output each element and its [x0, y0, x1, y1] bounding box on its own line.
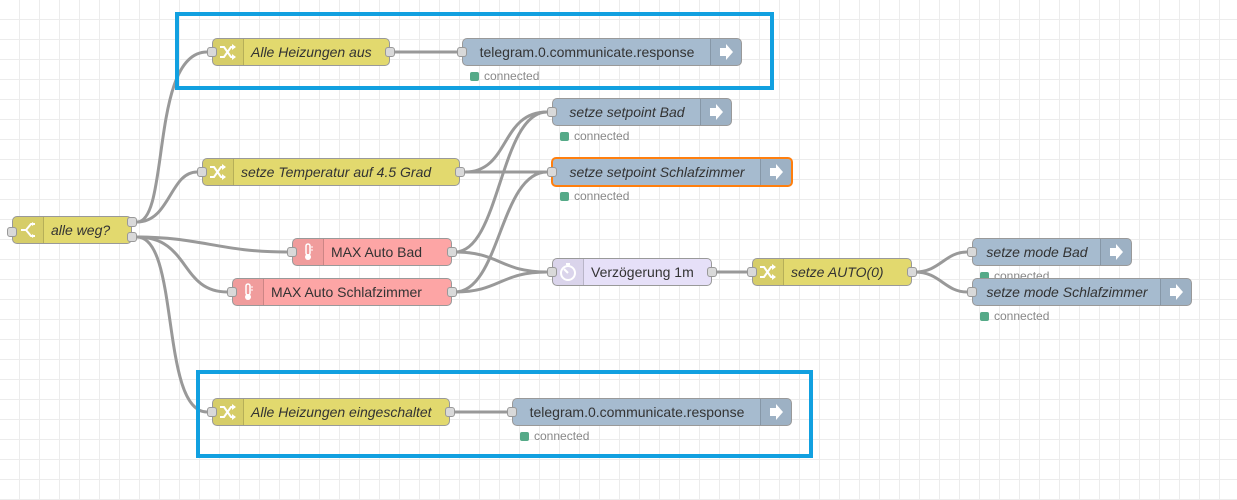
telegram-out-node-top[interactable]: telegram.0.communicate.response: [462, 38, 742, 66]
input-port[interactable]: [207, 407, 217, 417]
status-dot-icon: [980, 312, 989, 321]
change-node-label: setze Temperatur auf 4.5 Grad: [241, 164, 432, 180]
telegram-node-label: telegram.0.communicate.response: [479, 44, 695, 60]
output-port[interactable]: [127, 232, 137, 242]
input-port[interactable]: [207, 47, 217, 57]
output-port[interactable]: [447, 287, 457, 297]
input-port[interactable]: [457, 47, 467, 57]
change-node-label: Alle Heizungen aus: [251, 44, 372, 60]
status-dot-icon: [560, 132, 569, 141]
shuffle-icon: [753, 259, 784, 285]
status-dot-icon: [560, 192, 569, 201]
change-node-alle-aus[interactable]: Alle Heizungen aus: [212, 38, 390, 66]
timer-icon: [553, 259, 584, 285]
input-port[interactable]: [747, 267, 757, 277]
max-auto-bad-label: MAX Auto Bad: [331, 244, 423, 260]
wire: [454, 250, 548, 274]
input-port[interactable]: [547, 167, 557, 177]
output-port[interactable]: [707, 267, 717, 277]
delay-node-label: Verzögerung 1m: [591, 264, 694, 280]
max-auto-bad-node[interactable]: MAX Auto Bad: [292, 238, 452, 266]
shuffle-icon: [213, 39, 244, 65]
status-connected: connected: [980, 309, 1049, 323]
arrow-right-icon: [760, 399, 791, 425]
output-port[interactable]: [445, 407, 455, 417]
status-connected: connected: [560, 189, 629, 203]
delay-node[interactable]: Verzögerung 1m: [552, 258, 712, 286]
mode-bad-node[interactable]: setze mode Bad: [972, 238, 1132, 266]
output-port[interactable]: [385, 47, 395, 57]
wire: [136, 235, 288, 254]
change-node-alle-ein[interactable]: Alle Heizungen eingeschaltet: [212, 398, 450, 426]
output-port[interactable]: [127, 217, 137, 227]
output-port[interactable]: [455, 167, 465, 177]
status-dot-icon: [520, 432, 529, 441]
arrow-right-icon: [700, 99, 731, 125]
switch-icon: [13, 217, 44, 243]
setpoint-bad-label: setze setpoint Bad: [569, 104, 685, 120]
change-node-label: Alle Heizungen eingeschaltet: [251, 404, 432, 420]
setpoint-schlafzimmer-node[interactable]: setze setpoint Schlafzimmer: [551, 157, 793, 187]
mode-bad-label: setze mode Bad: [986, 244, 1088, 260]
switch-node-label: alle weg?: [51, 222, 111, 238]
thermometer-icon: [233, 279, 264, 305]
input-port[interactable]: [507, 407, 517, 417]
change-node-auto[interactable]: setze AUTO(0): [752, 258, 912, 286]
input-port[interactable]: [967, 287, 977, 297]
shuffle-icon: [213, 399, 244, 425]
status-connected: connected: [470, 69, 539, 83]
status-dot-icon: [470, 72, 479, 81]
wire: [914, 270, 968, 294]
output-port[interactable]: [907, 267, 917, 277]
status-connected: connected: [560, 129, 629, 143]
input-port[interactable]: [197, 167, 207, 177]
wire: [914, 250, 968, 274]
mode-schlafzimmer-label: setze mode Schlafzimmer: [986, 284, 1148, 300]
arrow-right-icon: [760, 159, 791, 185]
input-port[interactable]: [227, 287, 237, 297]
setpoint-schlafzimmer-label: setze setpoint Schlafzimmer: [569, 164, 745, 180]
change-node-label: setze AUTO(0): [791, 264, 884, 280]
telegram-node-label: telegram.0.communicate.response: [529, 404, 745, 420]
max-auto-schlafzimmer-label: MAX Auto Schlafzimmer: [271, 284, 422, 300]
max-auto-schlafzimmer-node[interactable]: MAX Auto Schlafzimmer: [232, 278, 452, 306]
setpoint-bad-node[interactable]: setze setpoint Bad: [552, 98, 732, 126]
telegram-out-node-bottom[interactable]: telegram.0.communicate.response: [512, 398, 792, 426]
output-port[interactable]: [447, 247, 457, 257]
input-port[interactable]: [967, 247, 977, 257]
arrow-right-icon: [1160, 279, 1191, 305]
status-connected: connected: [520, 429, 589, 443]
change-node-temperatur[interactable]: setze Temperatur auf 4.5 Grad: [202, 158, 460, 186]
thermometer-icon: [293, 239, 324, 265]
input-port[interactable]: [287, 247, 297, 257]
input-port[interactable]: [547, 107, 557, 117]
arrow-right-icon: [710, 39, 741, 65]
arrow-right-icon: [1100, 239, 1131, 265]
input-port[interactable]: [547, 267, 557, 277]
mode-schlafzimmer-node[interactable]: setze mode Schlafzimmer: [972, 278, 1192, 306]
shuffle-icon: [203, 159, 234, 185]
input-port[interactable]: [7, 227, 17, 237]
switch-node[interactable]: alle weg?: [12, 216, 132, 244]
